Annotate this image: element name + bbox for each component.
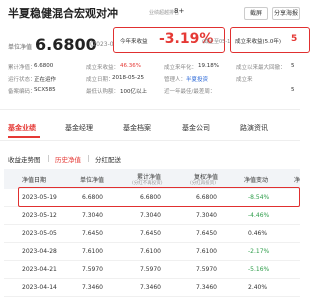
- filing-code-value: SCX585: [34, 87, 56, 93]
- cell-date: 2023-05-05: [22, 230, 57, 237]
- fund-name: 半夏稳健混合宏观对冲: [8, 7, 118, 20]
- min-subscription-label: 最低认购额：: [86, 89, 120, 95]
- filing-code-label: 备案编码：: [8, 89, 36, 95]
- col-date: 净值日期: [22, 177, 47, 184]
- ytd-return-label: 今年来收益: [120, 39, 148, 45]
- max-drawdown-label: 成立以来最大回撤：: [236, 65, 286, 71]
- cell-nav: 7.6450: [82, 230, 103, 237]
- annualized-value: 19.18%: [198, 63, 219, 69]
- tab-profile[interactable]: 基金档案: [123, 123, 151, 133]
- subtab-dividends[interactable]: 分红配送: [95, 154, 121, 164]
- table-row: 2023-04-28 7.6100 7.6100 7.6100 -2.17%: [4, 243, 300, 261]
- manager-label: 管理人：: [164, 77, 187, 83]
- tab-manager[interactable]: 基金经理: [65, 123, 93, 133]
- cell-nav: 7.3040: [82, 212, 103, 219]
- inception-date-value: 2018-05-25: [112, 75, 144, 81]
- subtab-chart[interactable]: 收益走势图: [8, 154, 41, 164]
- tab-performance[interactable]: 基金业绩: [8, 123, 36, 133]
- main-tabs: 基金业绩 基金经理 基金档案 基金公司 路演资讯: [0, 118, 300, 140]
- subtab-separator: [88, 155, 89, 162]
- cell-nav: 7.3460: [82, 284, 103, 291]
- col-nav: 单位净值: [80, 177, 105, 184]
- cell-cum: 7.3040: [140, 212, 161, 219]
- status-label: 运行状态：: [8, 77, 36, 83]
- active-tab-indicator: [8, 136, 40, 138]
- min-subscription-value: 100亿以上: [120, 89, 147, 95]
- fund-info: 累计净值： 6.6800 成立来收益： 46.36% 成立来年化： 19.18%…: [8, 61, 300, 99]
- max-drawdown-value: 5: [291, 63, 295, 69]
- highlighted-row-outline: [18, 187, 300, 207]
- inception-date-label: 成立日期：: [86, 77, 114, 83]
- status-value: 正在运作: [34, 77, 57, 83]
- manager-link[interactable]: 半夏投资: [186, 75, 208, 83]
- cell-date: 2023-05-12: [22, 212, 57, 219]
- cell-date: 2023-04-14: [22, 284, 57, 291]
- col-extra: 净: [294, 177, 301, 184]
- screenshot-button[interactable]: 截屏: [244, 7, 268, 20]
- rating-value: 8+: [174, 7, 185, 15]
- cell-date: 2023-04-21: [22, 266, 57, 273]
- cum-nav-label: 累计净值：: [8, 65, 36, 71]
- cell-adj: 7.3460: [196, 284, 217, 291]
- cell-change: -5.16%: [248, 266, 270, 273]
- cell-cum: 7.6450: [140, 230, 161, 237]
- tabs-divider: [0, 140, 300, 141]
- cum-nav-value: 6.6800: [34, 63, 54, 69]
- nav-label: 单位净值: [8, 44, 33, 51]
- cell-cum: 7.6100: [140, 248, 161, 255]
- since-return-value: 46.36%: [120, 63, 141, 69]
- table-header: 净值日期 单位净值 累计净值 (分红不再投资) 复权净值 (分红再投资) 净值变…: [4, 169, 300, 189]
- since-inception-box: 成立来收益(5.0年) 5: [230, 27, 310, 53]
- header: 半夏稳健混合宏观对冲 业绩超越排名 8+ 截屏 分享海报: [8, 3, 300, 21]
- inception-extra-label: 成立来: [236, 77, 253, 83]
- sub-tabs: 收益走势图 历史净值 分红配送: [0, 152, 300, 166]
- table-row: 2023-04-21 7.5970 7.5970 7.5970 -5.16%: [4, 261, 300, 279]
- since-inception-label: 成立来收益(5.0年): [235, 39, 282, 45]
- since-return-label: 成立来收益：: [86, 65, 120, 71]
- best-worst-week-label: 近一年最佳/最差周：: [164, 89, 216, 95]
- annualized-label: 成立来年化：: [164, 65, 198, 71]
- cell-date: 2023-04-28: [22, 248, 57, 255]
- table-row: 2023-04-14 7.3460 7.3460 7.3460 2.40%: [4, 279, 300, 297]
- cell-change: 2.40%: [248, 284, 268, 291]
- tab-company[interactable]: 基金公司: [182, 123, 210, 133]
- table-row: 2023-05-12 7.3040 7.3040 7.3040 -4.46%: [4, 207, 300, 225]
- divider: [0, 109, 300, 110]
- cell-adj: 7.3040: [196, 212, 217, 219]
- share-poster-button[interactable]: 分享海报: [272, 7, 300, 20]
- cell-change: -4.46%: [248, 212, 270, 219]
- tab-roadshow[interactable]: 路演资讯: [240, 123, 268, 133]
- cell-change: -2.17%: [248, 248, 270, 255]
- table-row: 2023-05-05 7.6450 7.6450 7.6450 0.46%: [4, 225, 300, 243]
- cell-cum: 7.5970: [140, 266, 161, 273]
- cell-adj: 7.5970: [196, 266, 217, 273]
- best-worst-week-value: 5: [291, 87, 295, 93]
- cell-adj: 7.6100: [196, 248, 217, 255]
- cell-cum: 7.3460: [140, 284, 161, 291]
- subtab-separator: [48, 155, 49, 162]
- subtab-history-nav[interactable]: 历史净值: [55, 154, 81, 164]
- cell-adj: 7.6450: [196, 230, 217, 237]
- since-inception-value: 5: [291, 34, 298, 44]
- col-cum-sub: (分红不再投资): [132, 181, 163, 186]
- nav-value: 6.6800: [35, 35, 97, 54]
- col-adj-sub: (分红再投资): [190, 181, 217, 186]
- ytd-return-box: 今年来收益 -3.19% (截止至05-19): [113, 27, 235, 53]
- cell-change: 0.46%: [248, 230, 268, 237]
- col-change: 净值变动: [244, 177, 269, 184]
- cell-nav: 7.5970: [82, 266, 103, 273]
- cell-nav: 7.6100: [82, 248, 103, 255]
